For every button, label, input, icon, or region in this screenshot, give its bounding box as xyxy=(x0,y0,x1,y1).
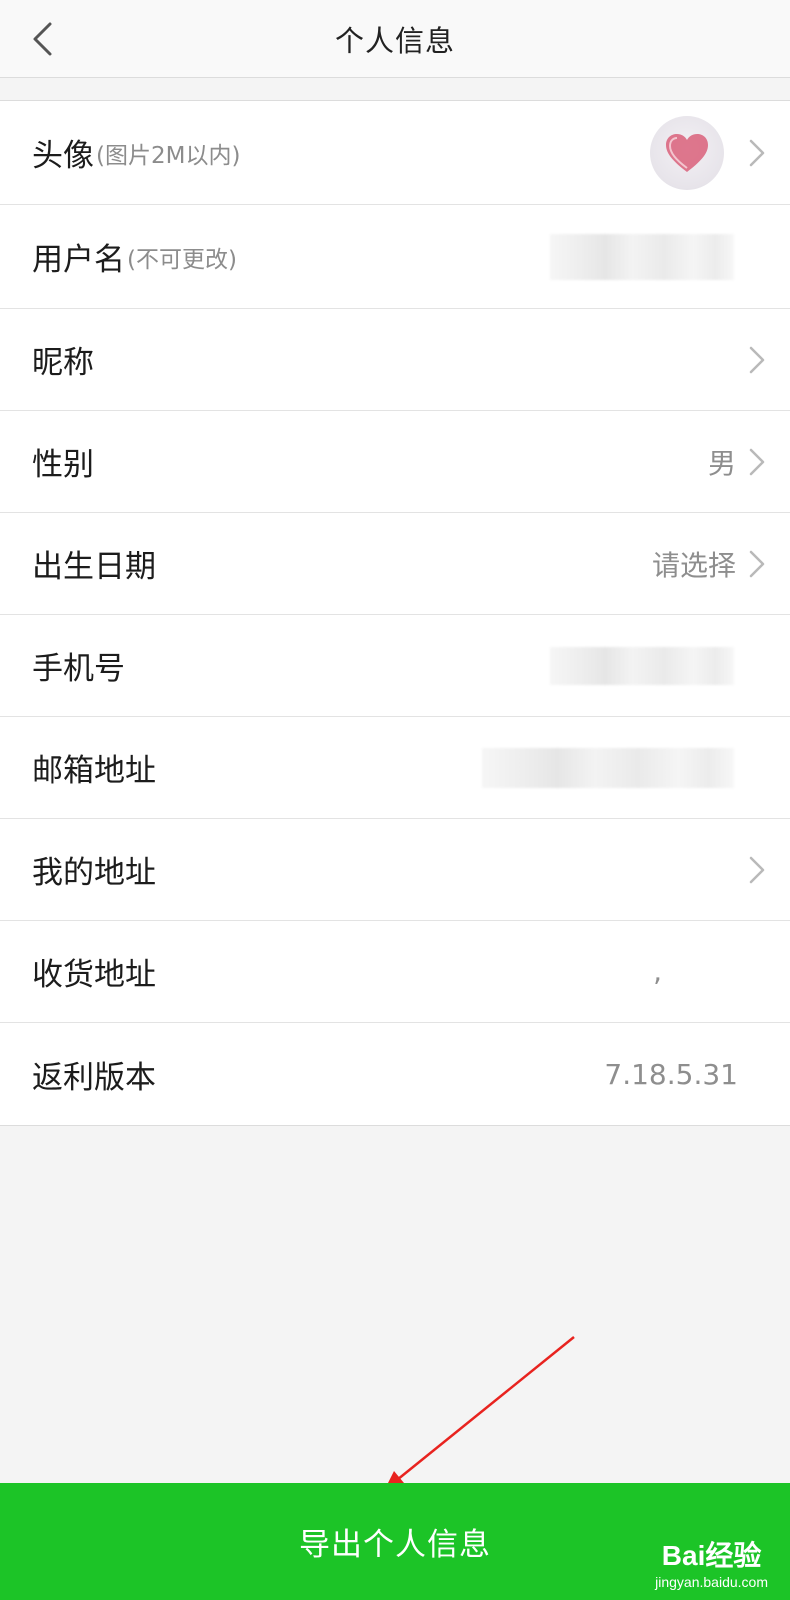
row-label: 性别 xyxy=(32,447,94,483)
chevron-right-icon xyxy=(749,346,765,373)
birthdate-value: 请选择 xyxy=(651,548,736,582)
row-label: 邮箱地址 xyxy=(32,753,156,789)
nickname-row[interactable]: 昵称 xyxy=(0,309,790,411)
row-label: 我的地址 xyxy=(32,855,156,891)
chevron-left-icon xyxy=(33,22,52,56)
watermark-url: jingyan.baidu.com xyxy=(655,1574,768,1590)
chevron-right-icon xyxy=(749,856,765,883)
email-value-redacted xyxy=(482,747,734,788)
shipping-address-row: 收货地址 , xyxy=(0,921,790,1023)
row-label: 用户名 xyxy=(32,242,125,278)
chevron-right-icon xyxy=(749,550,765,577)
row-hint: (不可更改) xyxy=(127,246,237,273)
top-nav-bar: 个人信息 xyxy=(0,0,790,78)
shipping-address-value: , xyxy=(653,955,662,988)
email-row: 邮箱地址 xyxy=(0,717,790,819)
avatar-row[interactable]: 头像 (图片2M以内) xyxy=(0,101,790,205)
chevron-right-icon xyxy=(749,139,765,166)
profile-info-list: 头像 (图片2M以内) 用户名 (不可更改) 昵称 性别 男 出生日期 请选择 xyxy=(0,100,790,1126)
row-label: 头像 xyxy=(32,138,94,174)
phone-row: 手机号 xyxy=(0,615,790,717)
row-label: 手机号 xyxy=(32,651,125,687)
page-title: 个人信息 xyxy=(334,23,455,58)
birthdate-row[interactable]: 出生日期 请选择 xyxy=(0,513,790,615)
phone-value-redacted xyxy=(550,646,734,685)
row-label: 出生日期 xyxy=(32,549,156,585)
chevron-right-icon xyxy=(749,448,765,475)
row-label: 收货地址 xyxy=(32,957,156,993)
heart-icon xyxy=(666,133,708,172)
avatar[interactable] xyxy=(650,115,724,190)
version-value: 7.18.5.31 xyxy=(604,1057,738,1091)
row-hint: (图片2M以内) xyxy=(96,142,241,169)
baidu-jingyan-watermark: Bai经验 jingyan.baidu.com xyxy=(655,1534,768,1590)
export-personal-info-button[interactable]: 导出个人信息 Bai经验 jingyan.baidu.com xyxy=(0,1483,790,1600)
watermark-logo: Bai经验 xyxy=(661,1540,762,1571)
rebate-version-row: 返利版本 7.18.5.31 xyxy=(0,1023,790,1125)
back-button[interactable] xyxy=(22,18,62,60)
my-address-row[interactable]: 我的地址 xyxy=(0,819,790,921)
row-label: 返利版本 xyxy=(32,1059,156,1096)
username-value-redacted xyxy=(550,233,734,280)
username-row: 用户名 (不可更改) xyxy=(0,205,790,309)
gender-value: 男 xyxy=(707,446,736,480)
export-button-label: 导出个人信息 xyxy=(299,1527,491,1563)
row-label: 昵称 xyxy=(32,345,94,381)
annotation-arrow-icon xyxy=(384,1336,575,1491)
gender-row[interactable]: 性别 男 xyxy=(0,411,790,513)
